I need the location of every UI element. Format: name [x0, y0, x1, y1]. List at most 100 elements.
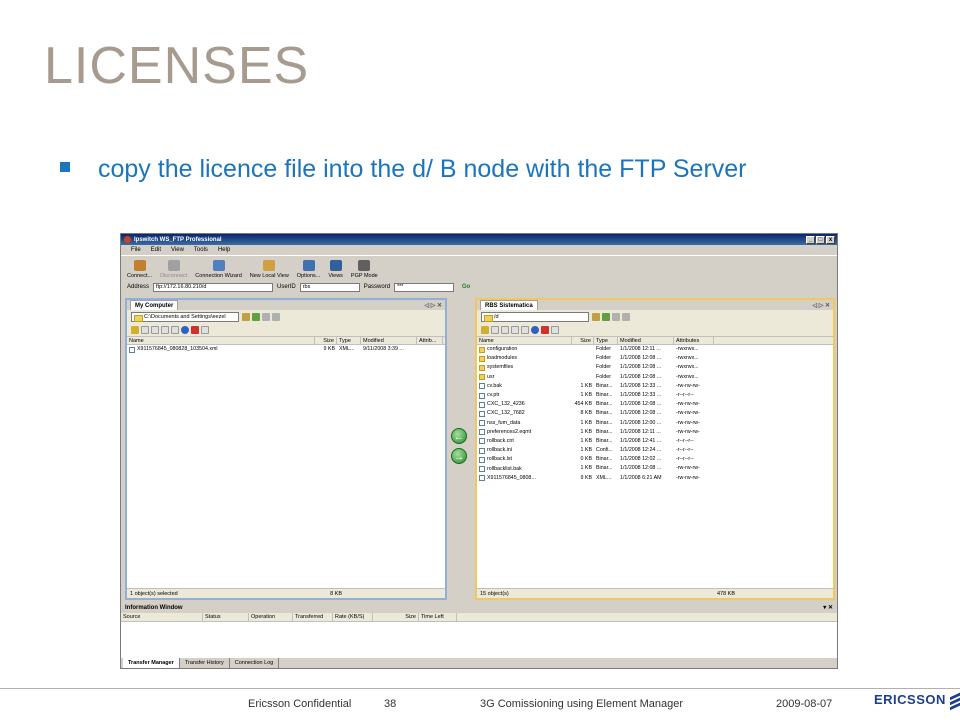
- file-row[interactable]: rollback.lst 0 KB Binar... 1/1/2008 12:02 .…: [477, 455, 833, 464]
- file-row[interactable]: CXC_132_4236 454 KB Binar... 1/1/2008 12:08…: [477, 400, 833, 409]
- col-rate[interactable]: Rate (KB/S): [333, 613, 373, 621]
- upload-arrow-icon[interactable]: →: [451, 448, 467, 464]
- toolbar-button-views[interactable]: Views: [328, 260, 343, 281]
- file-row[interactable]: rollback.cnt 1 KB Binar... 1/1/2008 12:41 .…: [477, 437, 833, 446]
- minimize-button[interactable]: _: [806, 235, 815, 244]
- go-button[interactable]: Go: [458, 284, 474, 290]
- copy-icon[interactable]: [141, 326, 149, 334]
- col-attributes[interactable]: Attributes: [674, 337, 714, 344]
- col-size[interactable]: Size: [373, 613, 419, 621]
- view-icon[interactable]: [622, 313, 630, 321]
- menu-edit[interactable]: Edit: [151, 247, 161, 253]
- pane-controls[interactable]: ◁ ▷ ✕: [812, 302, 830, 309]
- maximize-button[interactable]: □: [816, 235, 825, 244]
- file-row[interactable]: usr Folder 1/1/2008 12:08 ... -rwxrwx...: [477, 373, 833, 382]
- paste-icon[interactable]: [151, 326, 159, 334]
- refresh-icon[interactable]: [252, 313, 260, 321]
- col-status[interactable]: Status: [203, 613, 249, 621]
- col-name[interactable]: Name: [127, 337, 315, 344]
- copy-icon[interactable]: [491, 326, 499, 334]
- folder-icon: [479, 374, 485, 381]
- file-row[interactable]: X911576845_0808... 9 KB XML... 1/1/2008 6:2…: [477, 474, 833, 483]
- col-size[interactable]: Size: [572, 337, 594, 344]
- tab-rbs-sistematica[interactable]: RBS Sistematica: [480, 300, 538, 310]
- info-window-controls[interactable]: ▾ ✕: [823, 604, 833, 613]
- file-row[interactable]: configuration Folder 1/1/2008 12:11 ... -rw…: [477, 345, 833, 354]
- toolbar-button-wizard[interactable]: Connection Wizard: [195, 260, 242, 281]
- file-row[interactable]: loadmodules Folder 1/1/2008 12:08 ... -rwxr…: [477, 354, 833, 363]
- file-row[interactable]: systemfiles Folder 1/1/2008 12:08 ... -rwxr…: [477, 363, 833, 372]
- local-path-input[interactable]: C:\Documents and Settings\eezel: [131, 312, 239, 322]
- file-row[interactable]: rollback.ini 1 KB Confi... 1/1/2008 12:24 .…: [477, 446, 833, 455]
- file-name: CXC_132_4236: [487, 401, 525, 408]
- delete-icon[interactable]: [191, 326, 199, 334]
- col-type[interactable]: Type: [337, 337, 361, 344]
- col-type[interactable]: Type: [594, 337, 618, 344]
- file-row[interactable]: cv.bak 1 KB Binar... 1/1/2008 12:33 ... -rw-…: [477, 382, 833, 391]
- menu-file[interactable]: File: [131, 247, 141, 253]
- menu-help[interactable]: Help: [218, 247, 230, 253]
- view-icon[interactable]: [272, 313, 280, 321]
- toolbar-button-local-view[interactable]: New Local View: [250, 260, 289, 281]
- address-input[interactable]: ftp://172.16.80.210/d: [153, 282, 274, 292]
- edit-icon[interactable]: [511, 326, 519, 334]
- file-name: cv.ptr: [487, 392, 500, 399]
- toolbar-button-pgp[interactable]: PGP Mode: [351, 260, 378, 281]
- file-name: preferences2.eqmt: [487, 428, 532, 435]
- properties-icon[interactable]: [551, 326, 559, 334]
- stop-icon[interactable]: [262, 313, 270, 321]
- userid-input[interactable]: rbs: [299, 282, 360, 292]
- col-name[interactable]: Name: [477, 337, 572, 344]
- stop-icon[interactable]: [612, 313, 620, 321]
- rename-icon[interactable]: [171, 326, 179, 334]
- folder-up-icon[interactable]: [592, 313, 600, 321]
- col-transferred[interactable]: Transferred: [293, 613, 333, 621]
- download-arrow-icon[interactable]: ←: [451, 428, 467, 444]
- file-icon: [479, 438, 485, 445]
- col-operation[interactable]: Operation: [249, 613, 293, 621]
- file-name: X911576845_080828_103504.xml: [137, 346, 218, 353]
- col-size[interactable]: Size: [315, 337, 337, 344]
- file-modified: 9/11/2008 3:39 ...: [363, 346, 404, 352]
- edit-icon[interactable]: [161, 326, 169, 334]
- new-folder-icon[interactable]: [131, 326, 139, 334]
- file-row[interactable]: nss_fum_data 1 KB Binar... 1/1/2008 12:00 .…: [477, 419, 833, 428]
- delete-icon[interactable]: [541, 326, 549, 334]
- sync-icon[interactable]: [181, 326, 189, 334]
- menu-view[interactable]: View: [171, 247, 184, 253]
- remote-path-input[interactable]: /d: [481, 312, 589, 322]
- new-folder-icon[interactable]: [481, 326, 489, 334]
- file-row[interactable]: cv.ptr 1 KB Binar... 1/1/2008 12:33 ... -r--…: [477, 391, 833, 400]
- tab-connection-log[interactable]: Connection Log: [230, 658, 280, 668]
- toolbar-button-options[interactable]: Options...: [297, 260, 320, 281]
- col-attrib[interactable]: Attrib...: [417, 337, 443, 344]
- tab-transfer-manager[interactable]: Transfer Manager: [123, 658, 180, 668]
- file-row[interactable]: rollbacklist.bak 1 KB Binar... 1/1/2008 12:…: [477, 464, 833, 473]
- col-modified[interactable]: Modified: [361, 337, 417, 344]
- file-row[interactable]: X911576845_080828_103504.xml 9 KB XML... 9/…: [127, 345, 445, 354]
- file-row[interactable]: preferences2.eqmt 1 KB Binar... 1/1/2008 12…: [477, 428, 833, 437]
- pane-controls[interactable]: ◁ ▷ ✕: [424, 302, 442, 309]
- file-row[interactable]: CXC_132_7682 8 KB Binar... 1/1/2008 12:08 .…: [477, 409, 833, 418]
- col-source[interactable]: Source: [121, 613, 203, 621]
- refresh-icon[interactable]: [602, 313, 610, 321]
- toolbar-button-disconnect[interactable]: Disconnect: [160, 260, 187, 281]
- menu-tools[interactable]: Tools: [194, 247, 208, 253]
- paste-icon[interactable]: [501, 326, 509, 334]
- col-time-left[interactable]: Time Left: [419, 613, 457, 621]
- toolbar-button-connect[interactable]: Connect...: [127, 260, 152, 281]
- address-bar: Address ftp://172.16.80.210/d UserID rbs…: [121, 281, 837, 293]
- tab-transfer-history[interactable]: Transfer History: [180, 658, 230, 668]
- userid-label: UserID: [277, 284, 296, 290]
- close-button[interactable]: x: [826, 235, 835, 244]
- folder-up-icon[interactable]: [242, 313, 250, 321]
- col-modified[interactable]: Modified: [618, 337, 674, 344]
- file-size: 9 KB: [323, 346, 335, 352]
- sync-icon[interactable]: [531, 326, 539, 334]
- password-input[interactable]: ***: [394, 282, 455, 292]
- rename-icon[interactable]: [521, 326, 529, 334]
- title-bar[interactable]: Ipswitch WS_FTP Professional _ □ x: [121, 234, 837, 245]
- tab-my-computer[interactable]: My Computer: [130, 300, 179, 310]
- toolbar-label: New Local View: [249, 273, 289, 279]
- properties-icon[interactable]: [201, 326, 209, 334]
